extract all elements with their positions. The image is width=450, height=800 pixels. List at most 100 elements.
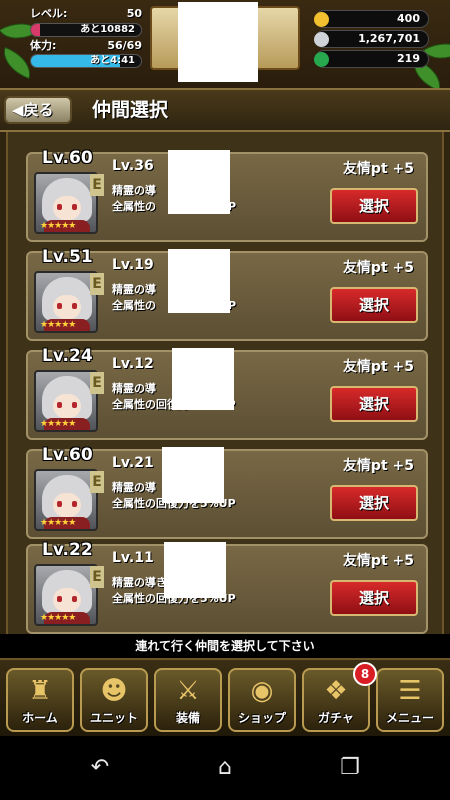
- nav-label: メニュー: [385, 711, 434, 725]
- rarity-stars-icon: ★★★★★: [40, 518, 76, 528]
- character-portrait: ★★★★★: [34, 172, 98, 234]
- skill-name: 精霊の導: [112, 283, 156, 296]
- stamina-value: 56/69: [107, 39, 142, 52]
- select-button[interactable]: 選択: [330, 580, 418, 616]
- exp-bar: あと10882: [30, 23, 142, 37]
- friend-points: 友情pt +5: [342, 458, 414, 474]
- friend-points: 友情pt +5: [342, 359, 414, 375]
- recents-icon[interactable]: ❐: [330, 754, 370, 782]
- coin-icon: [314, 32, 329, 47]
- level-label: レベル:: [30, 7, 68, 20]
- instruction-text: 連れて行く仲間を選択して下さい: [0, 634, 450, 658]
- redaction-block: [178, 2, 258, 82]
- redaction-block: [164, 542, 226, 598]
- bottom-nav: ♜ ホーム ☻ ユニット ⚔ 装備 ◉ ショップ ❖ ガチャ ☰ メニュー: [0, 658, 450, 736]
- friend-card[interactable]: ★★★★★ E Lv.22 Lv.11 友情pt +5 精霊の導き 全属性の回復…: [26, 540, 428, 634]
- redaction-block: [168, 150, 230, 214]
- skill-name: 精霊の導: [112, 481, 156, 494]
- character-portrait: ★★★★★: [34, 370, 98, 432]
- gold-value: 400: [397, 12, 420, 25]
- select-button[interactable]: 選択: [330, 188, 418, 224]
- nav-unit-button[interactable]: ☻ ユニット: [80, 668, 148, 732]
- back-button[interactable]: ◀戻る: [4, 96, 72, 124]
- nav-label: 装備: [175, 711, 200, 725]
- friend-points: 友情pt +5: [342, 260, 414, 276]
- element-badge-icon: E: [90, 471, 104, 493]
- player-level: Lv.60: [42, 148, 93, 168]
- friend-list[interactable]: ★★★★★ E Lv.60 Lv.36 友情pt +5 精霊の導 全属性の%UP…: [0, 132, 450, 634]
- redaction-block: [162, 447, 224, 503]
- redaction-block: [172, 348, 234, 410]
- element-badge-icon: E: [90, 273, 104, 295]
- friend-card[interactable]: ★★★★★ E Lv.60 Lv.36 友情pt +5 精霊の導 全属性の%UP…: [26, 148, 428, 242]
- player-level: Lv.22: [42, 540, 93, 560]
- home-icon[interactable]: ⌂: [205, 754, 245, 782]
- system-nav-bar: ↶ ⌂ ❐: [0, 736, 450, 800]
- gem-value: 219: [397, 52, 420, 65]
- character-portrait: ★★★★★: [34, 564, 98, 626]
- stamina-timer: あと4:41: [90, 55, 135, 66]
- unit-level: Lv.36: [112, 158, 154, 174]
- cards-icon: ❖: [324, 676, 348, 706]
- unit-level: Lv.12: [112, 356, 154, 372]
- rarity-stars-icon: ★★★★★: [40, 221, 76, 231]
- nav-menu-button[interactable]: ☰ メニュー: [376, 668, 444, 732]
- rarity-stars-icon: ★★★★★: [40, 419, 76, 429]
- player-level: Lv.51: [42, 247, 93, 267]
- unit-level: Lv.11: [112, 550, 154, 566]
- exp-bar-fill: [31, 24, 40, 36]
- gacha-notification-badge: 8: [353, 662, 377, 686]
- coin-value: 1,267,701: [358, 32, 420, 45]
- friend-points: 友情pt +5: [342, 553, 414, 569]
- unit-level: Lv.19: [112, 257, 154, 273]
- level-row: レベル: 50: [30, 6, 142, 22]
- rarity-stars-icon: ★★★★★: [40, 320, 76, 330]
- nav-equip-button[interactable]: ⚔ 装備: [154, 668, 222, 732]
- stamina-bar: あと4:41: [30, 54, 142, 68]
- select-button[interactable]: 選択: [330, 485, 418, 521]
- player-level: Lv.24: [42, 346, 93, 366]
- skill-description-head: 全属性の: [112, 200, 156, 213]
- nav-label: ユニット: [89, 711, 138, 725]
- stamina-row: 体力: 56/69: [30, 38, 142, 54]
- stamina-label: 体力:: [30, 39, 57, 52]
- nav-label: ショップ: [237, 711, 286, 725]
- castle-icon: ♜: [28, 676, 52, 706]
- select-button[interactable]: 選択: [330, 386, 418, 422]
- player-status-bar: レベル: 50 あと10882 体力: 56/69 あと4:41 400 1,2…: [0, 0, 450, 88]
- gold-counter: 400: [314, 10, 429, 28]
- skill-name: 精霊の導き: [112, 576, 167, 589]
- gem-counter: 219: [314, 50, 429, 68]
- crossed-swords-icon: ⚔: [176, 676, 200, 706]
- nav-label: ホーム: [22, 711, 58, 725]
- nav-label: ガチャ: [318, 711, 354, 725]
- unit-level: Lv.21: [112, 455, 154, 471]
- nav-shop-button[interactable]: ◉ ショップ: [228, 668, 296, 732]
- element-badge-icon: E: [90, 174, 104, 196]
- back-icon[interactable]: ↶: [80, 754, 120, 782]
- page-title: 仲間選択: [92, 99, 169, 121]
- menu-list-icon: ☰: [398, 676, 422, 706]
- friend-card[interactable]: ★★★★★ E Lv.51 Lv.19 友情pt +5 精霊の導 全属性の%UP…: [26, 247, 428, 341]
- select-button[interactable]: 選択: [330, 287, 418, 323]
- friend-card[interactable]: ★★★★★ E Lv.60 Lv.21 友情pt +5 精霊の導 全属性の回復力…: [26, 445, 428, 539]
- player-level: Lv.60: [42, 445, 93, 465]
- nav-home-button[interactable]: ♜ ホーム: [6, 668, 74, 732]
- exp-remaining: あと10882: [80, 24, 135, 35]
- level-value: 50: [126, 7, 142, 20]
- skill-description-head: 全属性の: [112, 299, 156, 312]
- coin-icon: ◉: [250, 676, 274, 706]
- skill-name: 精霊の導: [112, 382, 156, 395]
- element-badge-icon: E: [90, 566, 104, 588]
- character-portrait: ★★★★★: [34, 469, 98, 531]
- redaction-block: [168, 249, 230, 313]
- screen-header: ◀戻る 仲間選択: [0, 88, 450, 132]
- gem-icon: [314, 52, 329, 67]
- character-portrait: ★★★★★: [34, 271, 98, 333]
- coin-counter: 1,267,701: [314, 30, 429, 48]
- friend-points: 友情pt +5: [342, 161, 414, 177]
- skill-name: 精霊の導: [112, 184, 156, 197]
- friend-card[interactable]: ★★★★★ E Lv.24 Lv.12 友情pt +5 精霊の導 全属性の回復力…: [26, 346, 428, 440]
- character-icon: ☻: [100, 676, 128, 706]
- rarity-stars-icon: ★★★★★: [40, 613, 76, 623]
